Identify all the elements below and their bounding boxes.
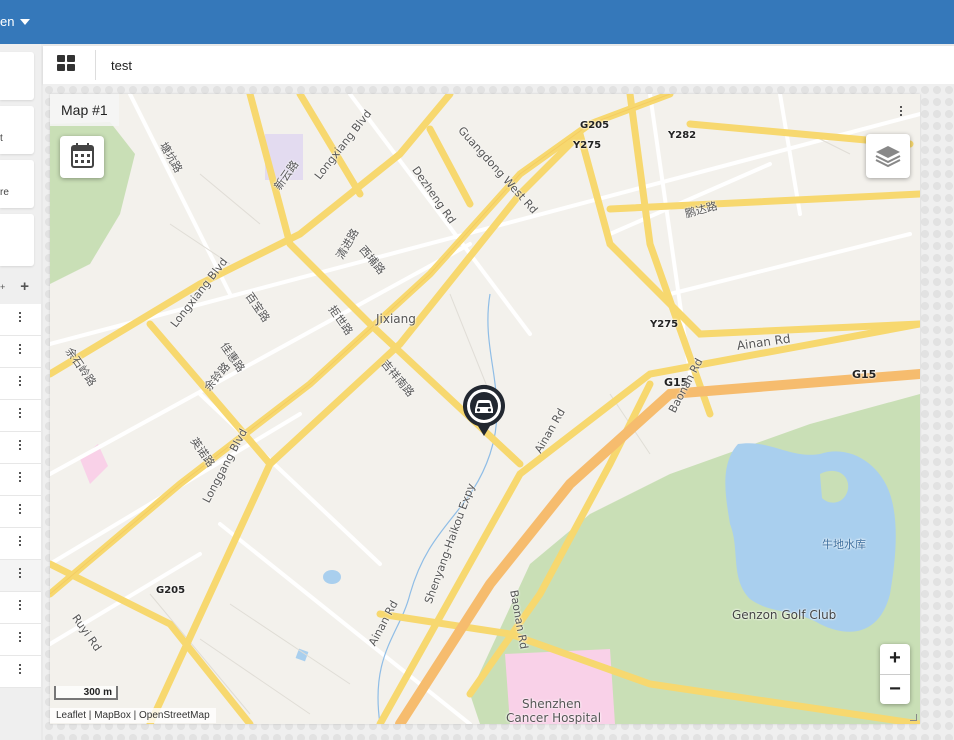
widget-title: Map #1 <box>50 94 119 126</box>
add-item-button[interactable]: + <box>20 278 29 295</box>
map-scale: 300 m <box>54 686 118 700</box>
zoom-control: + − <box>880 644 910 704</box>
list-item[interactable] <box>0 304 41 336</box>
list-item[interactable] <box>0 400 41 432</box>
list-add-small[interactable]: + <box>0 282 5 292</box>
layers-icon <box>875 146 901 168</box>
map-label-y275b: Y275 <box>650 319 679 330</box>
list-header: + + <box>0 276 41 300</box>
calendar-button[interactable] <box>60 136 104 178</box>
calendar-icon <box>71 143 94 168</box>
more-vertical-icon[interactable] <box>18 440 22 452</box>
sidebar-card-2[interactable]: t <box>0 106 34 154</box>
user-menu-label: en <box>0 14 15 29</box>
toolbar-divider <box>95 50 96 80</box>
list-item[interactable] <box>0 528 41 560</box>
list-item[interactable] <box>0 336 41 368</box>
more-vertical-icon[interactable] <box>18 664 22 676</box>
more-vertical-icon[interactable] <box>18 376 22 388</box>
more-vertical-icon[interactable] <box>18 568 22 580</box>
attribution-osm[interactable]: OpenStreetMap <box>139 710 210 721</box>
map-label-hospital2: Cancer Hospital <box>506 711 602 724</box>
more-vertical-icon[interactable] <box>18 344 22 356</box>
list-item[interactable] <box>0 592 41 624</box>
attribution-separator: | <box>86 710 95 721</box>
sidebar-card-3-label: re <box>0 187 9 198</box>
map-label-g205a: G205 <box>580 120 610 131</box>
chevron-down-icon <box>20 18 31 25</box>
dashboard-title: test <box>111 58 132 73</box>
list-item[interactable] <box>0 368 41 400</box>
left-panel: t re + + <box>0 44 41 740</box>
more-vertical-icon[interactable] <box>18 504 22 516</box>
top-navbar: en <box>0 0 954 44</box>
sidebar-card-4[interactable] <box>0 214 34 266</box>
zoom-in-button[interactable]: + <box>880 644 910 675</box>
map-label-g15b: G15 <box>852 368 877 381</box>
layers-button[interactable] <box>866 134 910 178</box>
sidebar-card-1[interactable] <box>0 52 34 100</box>
map-label-jixiang: Jixiang <box>376 312 416 326</box>
attribution-leaflet[interactable]: Leaflet <box>56 710 86 721</box>
attribution-mapbox[interactable]: MapBox <box>94 710 131 721</box>
map-widget: Jixiang Ainan Rd G15 G15 G205 G205 Y275 Y275 Y28… <box>50 94 920 724</box>
map-label-golf: Genzon Golf Club <box>732 608 837 622</box>
map-label-reservoir: 牛地水库 <box>822 538 866 551</box>
grid-icon[interactable] <box>57 55 77 73</box>
sidebar-card-3[interactable]: re <box>0 160 34 208</box>
more-vertical-icon[interactable] <box>18 408 22 420</box>
car-marker-icon[interactable] <box>462 384 506 438</box>
dashboard-toolbar: test <box>43 46 954 84</box>
map-label-y282: Y282 <box>668 130 697 141</box>
list-item[interactable] <box>0 656 41 688</box>
list-item[interactable] <box>0 464 41 496</box>
more-vertical-icon[interactable] <box>18 536 22 548</box>
zoom-out-button[interactable]: − <box>880 675 910 705</box>
list-item[interactable] <box>0 624 41 656</box>
map-label-y275a: Y275 <box>573 140 602 151</box>
item-list <box>0 304 41 688</box>
map-canvas[interactable]: Jixiang Ainan Rd G15 G15 G205 G205 Y275 Y275 Y28… <box>50 94 920 724</box>
list-item[interactable] <box>0 496 41 528</box>
resize-handle[interactable] <box>910 714 917 721</box>
more-vertical-icon[interactable] <box>18 632 22 644</box>
list-item[interactable] <box>0 432 41 464</box>
attribution-separator: | <box>130 710 140 721</box>
more-vertical-icon[interactable] <box>18 472 22 484</box>
list-item[interactable] <box>0 560 41 592</box>
more-vertical-icon[interactable] <box>18 600 22 612</box>
user-menu[interactable]: en <box>0 14 31 29</box>
more-vertical-icon[interactable] <box>18 312 22 324</box>
map-label-hospital1: Shenzhen <box>522 697 582 711</box>
map-attribution: Leaflet | MapBox | OpenStreetMap <box>50 708 216 723</box>
widget-menu-icon[interactable] <box>900 106 902 118</box>
sidebar-card-2-label: t <box>0 133 3 144</box>
map-label-g205b: G205 <box>156 585 186 596</box>
